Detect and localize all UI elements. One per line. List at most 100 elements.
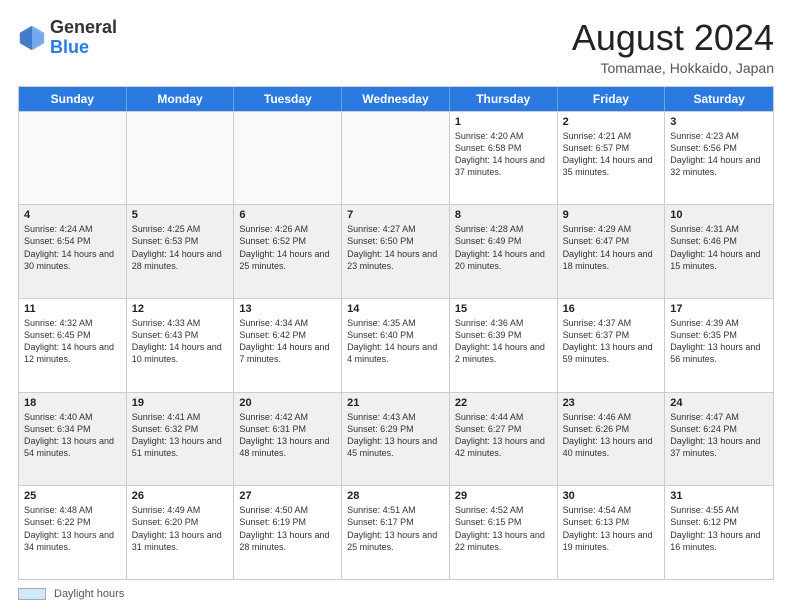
logo: General Blue	[18, 18, 117, 58]
header-friday: Friday	[558, 87, 666, 111]
cal-cell-3-2: 20Sunrise: 4:42 AM Sunset: 6:31 PM Dayli…	[234, 393, 342, 486]
day-number: 28	[347, 490, 444, 502]
cal-row-0: 1Sunrise: 4:20 AM Sunset: 6:58 PM Daylig…	[19, 111, 773, 205]
day-number: 23	[563, 397, 660, 409]
header-thursday: Thursday	[450, 87, 558, 111]
cal-cell-0-3	[342, 112, 450, 205]
day-number: 6	[239, 209, 336, 221]
day-number: 27	[239, 490, 336, 502]
day-number: 2	[563, 116, 660, 128]
page: General Blue August 2024 Tomamae, Hokkai…	[0, 0, 792, 612]
header: General Blue August 2024 Tomamae, Hokkai…	[18, 18, 774, 76]
cal-cell-3-0: 18 Sunrise: 4:40 AM Sunset: 6:34 PM Dayli…	[19, 393, 127, 486]
calendar: Sunday Monday Tuesday Wednesday Thursday…	[18, 86, 774, 580]
header-sunday: Sunday	[19, 87, 127, 111]
day-number: 3	[670, 116, 768, 128]
cal-row-2: 11 Sunrise: 4:32 AM Sunset: 6:45 PM Dayli…	[19, 298, 773, 392]
day-number: 29	[455, 490, 552, 502]
logo-general: General	[50, 17, 117, 37]
cal-cell-0-0	[19, 112, 127, 205]
cal-cell-4-3: 28 Sunrise: 4:51 AM Sunset: 6:17 PM Dayli…	[342, 486, 450, 579]
cal-cell-3-3: 21 Sunrise: 4:43 AM Sunset: 6:29 PM Dayli…	[342, 393, 450, 486]
cal-cell-2-6: 17Sunrise: 4:39 AM Sunset: 6:35 PM Dayli…	[665, 299, 773, 392]
cell-info: Sunrise: 4:26 AM Sunset: 6:52 PM Dayligh…	[239, 223, 336, 272]
day-number: 31	[670, 490, 768, 502]
calendar-body: 1Sunrise: 4:20 AM Sunset: 6:58 PM Daylig…	[19, 111, 773, 579]
cell-info: Sunrise: 4:49 AM Sunset: 6:20 PM Dayligh…	[132, 504, 229, 553]
cell-info: Sunrise: 4:32 AM Sunset: 6:45 PM Dayligh…	[24, 317, 121, 366]
cell-info: Sunrise: 4:41 AM Sunset: 6:32 PM Dayligh…	[132, 411, 229, 460]
cal-row-3: 18 Sunrise: 4:40 AM Sunset: 6:34 PM Dayli…	[19, 392, 773, 486]
cal-cell-1-5: 9 Sunrise: 4:29 AM Sunset: 6:47 PM Daylig…	[558, 205, 666, 298]
cell-info: Sunrise: 4:51 AM Sunset: 6:17 PM Dayligh…	[347, 504, 444, 553]
cell-info: Sunrise: 4:55 AM Sunset: 6:12 PM Dayligh…	[670, 504, 768, 553]
day-number: 15	[455, 303, 552, 315]
title-block: August 2024 Tomamae, Hokkaido, Japan	[572, 18, 774, 76]
cal-cell-2-1: 12 Sunrise: 4:33 AM Sunset: 6:43 PM Dayli…	[127, 299, 235, 392]
cell-info: Sunrise: 4:48 AM Sunset: 6:22 PM Dayligh…	[24, 504, 121, 553]
cal-cell-3-5: 23 Sunrise: 4:46 AM Sunset: 6:26 PM Dayli…	[558, 393, 666, 486]
cell-info: Sunrise: 4:25 AM Sunset: 6:53 PM Dayligh…	[132, 223, 229, 272]
cell-info: Sunrise: 4:35 AM Sunset: 6:40 PM Dayligh…	[347, 317, 444, 366]
cal-cell-1-4: 8 Sunrise: 4:28 AM Sunset: 6:49 PM Daylig…	[450, 205, 558, 298]
day-number: 19	[132, 397, 229, 409]
logo-blue: Blue	[50, 37, 89, 57]
day-number: 9	[563, 209, 660, 221]
header-wednesday: Wednesday	[342, 87, 450, 111]
location: Tomamae, Hokkaido, Japan	[572, 60, 774, 76]
day-number: 25	[24, 490, 121, 502]
cal-cell-1-6: 10Sunrise: 4:31 AM Sunset: 6:46 PM Dayli…	[665, 205, 773, 298]
logo-icon	[18, 24, 46, 52]
cell-info: Sunrise: 4:29 AM Sunset: 6:47 PM Dayligh…	[563, 223, 660, 272]
day-number: 18	[24, 397, 121, 409]
cell-info: Sunrise: 4:54 AM Sunset: 6:13 PM Dayligh…	[563, 504, 660, 553]
cell-info: Sunrise: 4:27 AM Sunset: 6:50 PM Dayligh…	[347, 223, 444, 272]
day-number: 22	[455, 397, 552, 409]
cell-info: Sunrise: 4:52 AM Sunset: 6:15 PM Dayligh…	[455, 504, 552, 553]
day-number: 11	[24, 303, 121, 315]
cal-cell-4-5: 30 Sunrise: 4:54 AM Sunset: 6:13 PM Dayli…	[558, 486, 666, 579]
cell-info: Sunrise: 4:50 AM Sunset: 6:19 PM Dayligh…	[239, 504, 336, 553]
cell-info: Sunrise: 4:33 AM Sunset: 6:43 PM Dayligh…	[132, 317, 229, 366]
cell-info: Sunrise: 4:36 AM Sunset: 6:39 PM Dayligh…	[455, 317, 552, 366]
day-number: 24	[670, 397, 768, 409]
cell-info: Sunrise: 4:39 AM Sunset: 6:35 PM Dayligh…	[670, 317, 768, 366]
cell-info: Sunrise: 4:37 AM Sunset: 6:37 PM Dayligh…	[563, 317, 660, 366]
daylight-label: Daylight hours	[54, 588, 124, 600]
cal-cell-4-0: 25 Sunrise: 4:48 AM Sunset: 6:22 PM Dayli…	[19, 486, 127, 579]
cell-info: Sunrise: 4:43 AM Sunset: 6:29 PM Dayligh…	[347, 411, 444, 460]
day-number: 21	[347, 397, 444, 409]
cell-info: Sunrise: 4:40 AM Sunset: 6:34 PM Dayligh…	[24, 411, 121, 460]
cal-cell-0-1	[127, 112, 235, 205]
cell-info: Sunrise: 4:23 AM Sunset: 6:56 PM Dayligh…	[670, 130, 768, 179]
day-number: 4	[24, 209, 121, 221]
day-number: 8	[455, 209, 552, 221]
cal-cell-2-2: 13Sunrise: 4:34 AM Sunset: 6:42 PM Dayli…	[234, 299, 342, 392]
calendar-header: Sunday Monday Tuesday Wednesday Thursday…	[19, 87, 773, 111]
cal-cell-3-1: 19 Sunrise: 4:41 AM Sunset: 6:32 PM Dayli…	[127, 393, 235, 486]
cell-info: Sunrise: 4:46 AM Sunset: 6:26 PM Dayligh…	[563, 411, 660, 460]
cell-info: Sunrise: 4:44 AM Sunset: 6:27 PM Dayligh…	[455, 411, 552, 460]
cal-cell-1-0: 4 Sunrise: 4:24 AM Sunset: 6:54 PM Daylig…	[19, 205, 127, 298]
cal-row-4: 25 Sunrise: 4:48 AM Sunset: 6:22 PM Dayli…	[19, 485, 773, 579]
day-number: 26	[132, 490, 229, 502]
header-saturday: Saturday	[665, 87, 773, 111]
day-number: 14	[347, 303, 444, 315]
cell-info: Sunrise: 4:28 AM Sunset: 6:49 PM Dayligh…	[455, 223, 552, 272]
day-number: 30	[563, 490, 660, 502]
header-monday: Monday	[127, 87, 235, 111]
logo-text: General Blue	[50, 18, 117, 58]
header-tuesday: Tuesday	[234, 87, 342, 111]
cal-cell-1-1: 5Sunrise: 4:25 AM Sunset: 6:53 PM Daylig…	[127, 205, 235, 298]
cell-info: Sunrise: 4:34 AM Sunset: 6:42 PM Dayligh…	[239, 317, 336, 366]
day-number: 12	[132, 303, 229, 315]
day-number: 1	[455, 116, 552, 128]
cal-cell-2-4: 15 Sunrise: 4:36 AM Sunset: 6:39 PM Dayli…	[450, 299, 558, 392]
cal-cell-0-4: 1Sunrise: 4:20 AM Sunset: 6:58 PM Daylig…	[450, 112, 558, 205]
month-year: August 2024	[572, 18, 774, 58]
cal-cell-0-6: 3 Sunrise: 4:23 AM Sunset: 6:56 PM Daylig…	[665, 112, 773, 205]
cell-info: Sunrise: 4:24 AM Sunset: 6:54 PM Dayligh…	[24, 223, 121, 272]
cell-info: Sunrise: 4:42 AM Sunset: 6:31 PM Dayligh…	[239, 411, 336, 460]
daylight-swatch	[18, 588, 46, 600]
cal-cell-3-6: 24Sunrise: 4:47 AM Sunset: 6:24 PM Dayli…	[665, 393, 773, 486]
